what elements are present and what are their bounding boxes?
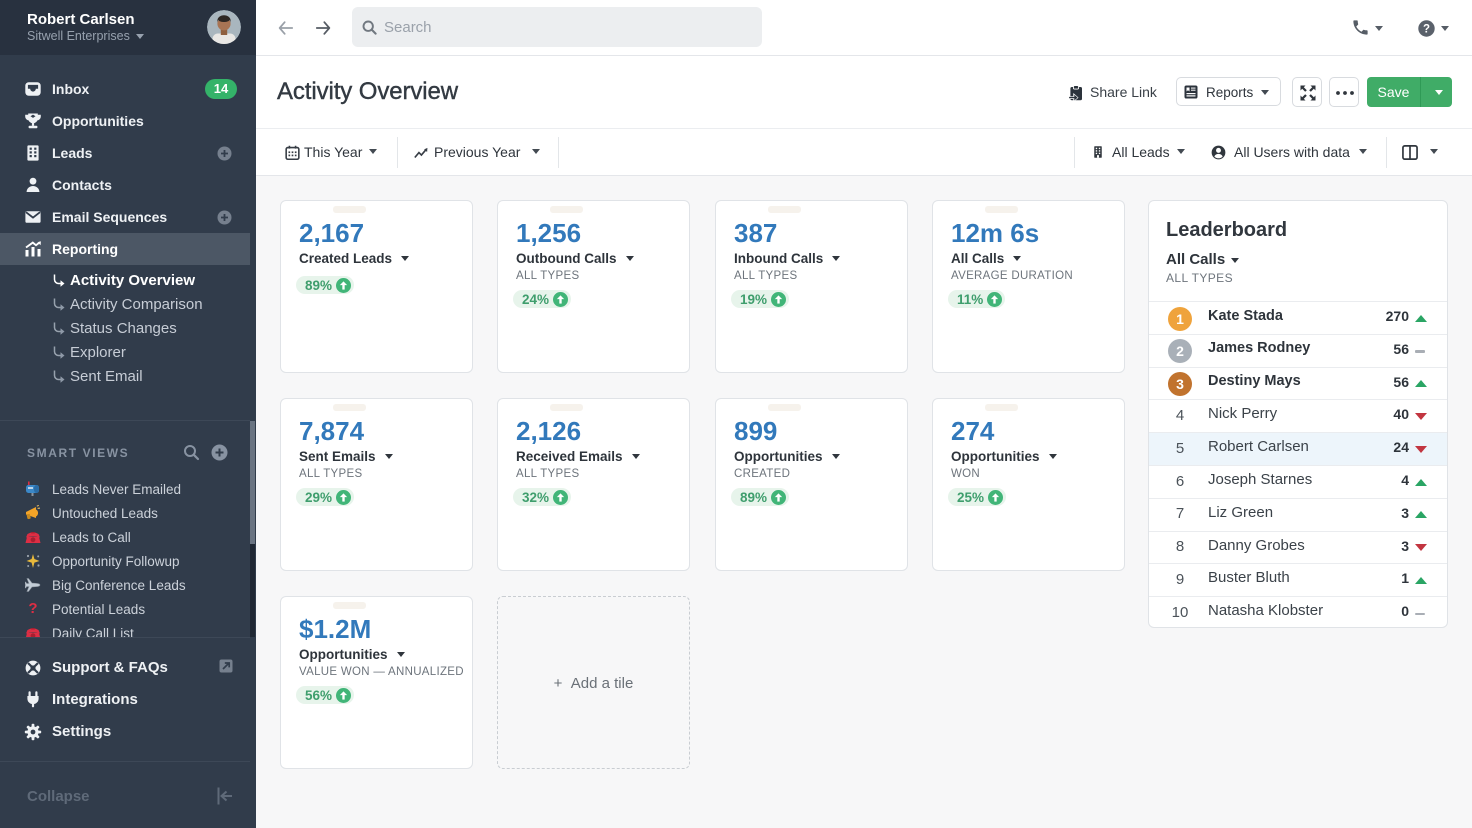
svg-text:?: ?: [1423, 23, 1430, 35]
